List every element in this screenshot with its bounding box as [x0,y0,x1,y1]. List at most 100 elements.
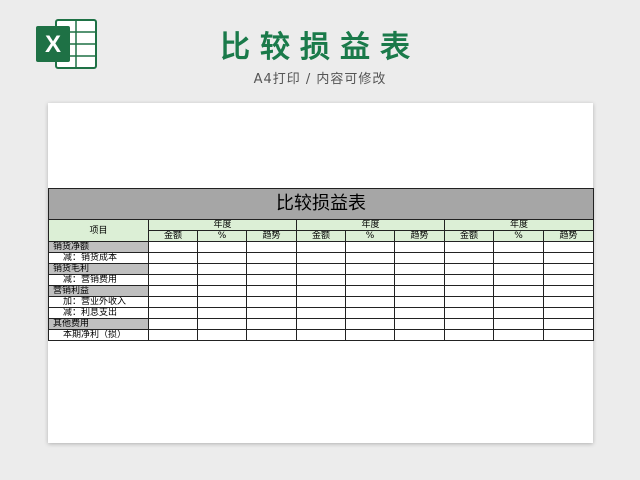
data-cell[interactable] [394,285,445,297]
data-cell[interactable] [246,274,297,286]
data-cell[interactable] [493,274,544,286]
data-cell[interactable] [246,296,297,308]
data-cell[interactable] [493,296,544,308]
table-row: 其他费用 [48,318,595,330]
data-cell[interactable] [148,329,198,341]
data-cell[interactable] [493,307,544,319]
data-cell[interactable] [345,241,395,253]
data-cell[interactable] [345,329,395,341]
data-cell[interactable] [444,307,494,319]
data-cell[interactable] [345,274,395,286]
data-cell[interactable] [246,263,297,275]
data-cell[interactable] [197,296,247,308]
data-cell[interactable] [246,285,297,297]
data-cell[interactable] [148,241,198,253]
data-cell[interactable] [493,263,544,275]
row-label: 销货净额 [48,241,149,253]
data-cell[interactable] [394,296,445,308]
spreadsheet-preview: 比较损益表 项目 年度 年度 年度 金额 % 趋势 金额 % 趋势 金额 % 趋… [47,103,595,443]
data-cell[interactable] [345,296,395,308]
data-cell[interactable] [197,307,247,319]
data-cell[interactable] [394,274,445,286]
data-cell[interactable] [148,252,198,264]
data-cell[interactable] [444,296,494,308]
trend-header: 趋势 [542,230,595,242]
data-cell[interactable] [542,307,595,319]
amount-header: 金额 [444,230,494,242]
data-cell[interactable] [197,318,247,330]
data-cell[interactable] [394,263,445,275]
table-row: 销货毛利 [48,263,595,275]
data-cell[interactable] [394,307,445,319]
table-row: 减：营销费用 [48,274,595,286]
data-cell[interactable] [394,318,445,330]
data-cell[interactable] [394,241,445,253]
data-cell[interactable] [296,263,346,275]
data-cell[interactable] [296,329,346,341]
data-cell[interactable] [444,263,494,275]
data-cell[interactable] [542,296,595,308]
data-cell[interactable] [197,263,247,275]
data-cell[interactable] [345,318,395,330]
data-cell[interactable] [296,296,346,308]
year-header-1: 年度 [148,219,297,231]
data-cell[interactable] [493,241,544,253]
data-cell[interactable] [296,307,346,319]
data-cell[interactable] [493,252,544,264]
table-row: 减：利息支出 [48,307,595,319]
table-row: 营销利益 [48,285,595,297]
data-cell[interactable] [345,252,395,264]
data-cell[interactable] [444,318,494,330]
data-cell[interactable] [246,252,297,264]
data-cell[interactable] [197,285,247,297]
data-cell[interactable] [394,329,445,341]
data-cell[interactable] [493,329,544,341]
data-cell[interactable] [345,263,395,275]
data-cell[interactable] [246,307,297,319]
data-cell[interactable] [148,296,198,308]
amount-header: 金额 [296,230,346,242]
data-cell[interactable] [542,252,595,264]
data-cell[interactable] [148,263,198,275]
data-cell[interactable] [542,263,595,275]
row-label: 减：销货成本 [48,252,149,264]
data-cell[interactable] [542,241,595,253]
data-cell[interactable] [493,318,544,330]
data-cell[interactable] [148,307,198,319]
data-cell[interactable] [148,274,198,286]
data-cell[interactable] [246,329,297,341]
data-cell[interactable] [296,241,346,253]
data-cell[interactable] [296,285,346,297]
data-cell[interactable] [246,318,297,330]
data-cell[interactable] [493,285,544,297]
data-cell[interactable] [148,285,198,297]
data-cell[interactable] [246,241,297,253]
amount-header: 金额 [148,230,198,242]
data-cell[interactable] [296,318,346,330]
data-cell[interactable] [345,285,395,297]
data-cell[interactable] [197,252,247,264]
data-cell[interactable] [197,274,247,286]
data-cell[interactable] [444,329,494,341]
data-cell[interactable] [444,285,494,297]
data-cell[interactable] [542,318,595,330]
data-cell[interactable] [542,285,595,297]
trend-header: 趋势 [394,230,445,242]
data-cell[interactable] [197,241,247,253]
data-cell[interactable] [542,329,595,341]
year-header-2: 年度 [296,219,445,231]
data-cell[interactable] [296,252,346,264]
row-label: 营销利益 [48,285,149,297]
table-row: 本期净利（损） [48,329,595,341]
percent-header: % [345,230,395,242]
data-cell[interactable] [444,274,494,286]
data-cell[interactable] [345,307,395,319]
data-cell[interactable] [296,274,346,286]
data-cell[interactable] [197,329,247,341]
data-cell[interactable] [394,252,445,264]
data-cell[interactable] [444,241,494,253]
data-cell[interactable] [148,318,198,330]
data-cell[interactable] [444,252,494,264]
data-cell[interactable] [542,274,595,286]
trend-header: 趋势 [246,230,297,242]
